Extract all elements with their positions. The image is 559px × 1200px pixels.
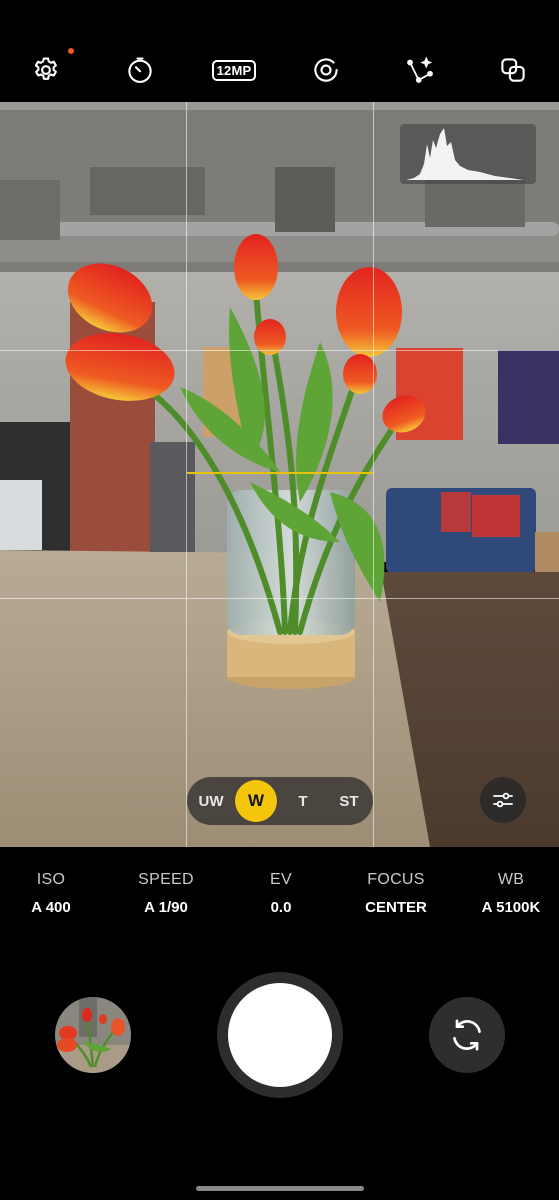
motion-photo-button[interactable]: [306, 50, 346, 90]
motion-photo-icon: [314, 58, 338, 82]
wb-control[interactable]: WB A 5100K: [456, 871, 559, 916]
histogram: [400, 124, 536, 184]
sliders-icon: [493, 792, 513, 808]
timer-icon: [128, 57, 152, 83]
focus-label: FOCUS: [367, 871, 425, 888]
zoom-option-st[interactable]: ST: [329, 777, 369, 825]
thumbnail-image: [55, 997, 131, 1073]
home-indicator[interactable]: [196, 1186, 364, 1191]
aspect-button[interactable]: [493, 50, 533, 90]
iso-control[interactable]: ISO A 400: [0, 871, 106, 916]
grid-line-horizontal: [0, 598, 559, 599]
top-toolbar: 12MP: [0, 0, 559, 102]
iso-label: ISO: [36, 871, 66, 888]
level-indicator: [187, 472, 373, 474]
camera-preview-image: [0, 102, 559, 847]
viewfinder[interactable]: UW W T ST: [0, 102, 559, 847]
pro-controls-bar: ISO A 400 SPEED A 1/90 EV 0.0 FOCUS CENT…: [0, 847, 559, 947]
resolution-button[interactable]: 12MP: [206, 50, 262, 90]
wb-label: WB: [497, 871, 525, 888]
focus-control[interactable]: FOCUS CENTER: [341, 871, 451, 916]
ev-label: EV: [270, 871, 292, 888]
grid-line-vertical: [186, 102, 187, 847]
zoom-option-t[interactable]: T: [283, 777, 323, 825]
ev-value: 0.0: [270, 899, 292, 916]
wb-value: A 5100K: [481, 899, 541, 916]
timer-button[interactable]: [120, 50, 160, 90]
gallery-thumbnail[interactable]: [55, 997, 131, 1073]
ev-control[interactable]: EV 0.0: [226, 871, 336, 916]
zoom-option-uw[interactable]: UW: [191, 777, 231, 825]
switch-camera-icon: [453, 1019, 481, 1051]
histogram-graph: [406, 128, 524, 180]
settings-button[interactable]: [26, 50, 66, 90]
filters-button[interactable]: [400, 50, 440, 90]
speed-label: SPEED: [138, 871, 194, 888]
grid-line-horizontal: [0, 350, 559, 351]
speed-value: A 1/90: [144, 899, 188, 916]
adjust-settings-button[interactable]: [480, 777, 526, 823]
aspect-icon: [501, 58, 525, 82]
iso-value: A 400: [31, 899, 71, 916]
filters-icon: [407, 56, 433, 83]
focus-value: CENTER: [365, 899, 427, 916]
grid-line-vertical: [373, 102, 374, 847]
zoom-option-w[interactable]: W: [235, 780, 277, 822]
switch-camera-button[interactable]: [429, 997, 505, 1073]
speed-control[interactable]: SPEED A 1/90: [111, 871, 221, 916]
zoom-selector: UW W T ST: [187, 777, 373, 825]
resolution-badge: 12MP: [211, 59, 257, 81]
gear-icon: [34, 57, 57, 80]
shutter-button[interactable]: [228, 983, 332, 1087]
notification-dot: [68, 48, 74, 54]
